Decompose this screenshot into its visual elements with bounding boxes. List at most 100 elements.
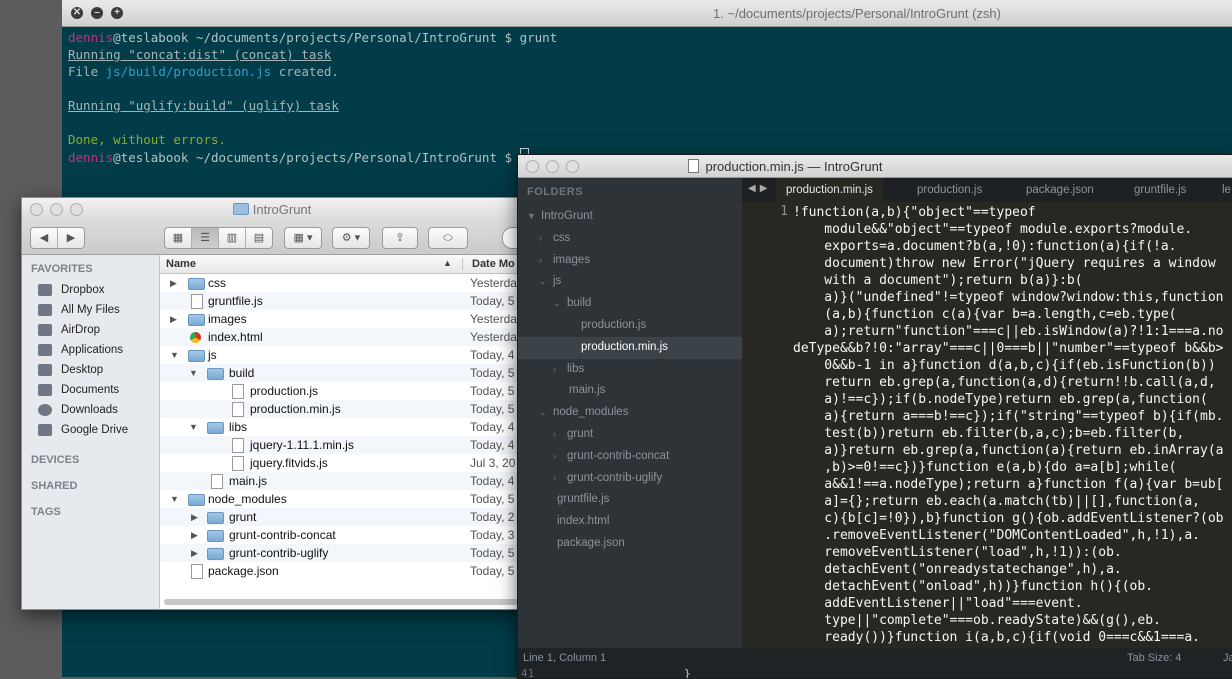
disclosure-right-icon[interactable]: ▶ bbox=[191, 526, 198, 544]
list-item[interactable]: index.html Yesterda bbox=[160, 328, 522, 346]
folder-icon bbox=[207, 548, 224, 560]
line-number-gutter: 1 bbox=[780, 204, 788, 219]
list-item[interactable]: ▼ libs Today, 4 bbox=[160, 418, 522, 436]
list-view-icon[interactable]: ☰ bbox=[192, 228, 219, 248]
sidebar-item-all-my-files[interactable]: All My Files bbox=[22, 300, 159, 320]
tab-nav-icons[interactable]: ◀▶ bbox=[748, 183, 771, 194]
tree-item-css[interactable]: › css bbox=[518, 228, 742, 250]
list-item[interactable]: ▶ grunt-contrib-concat Today, 3 bbox=[160, 526, 522, 544]
list-item[interactable]: jquery.fitvids.js Jul 3, 20 bbox=[160, 454, 522, 472]
disclosure-down-icon[interactable]: ▼ bbox=[189, 364, 198, 382]
coverflow-view-icon[interactable]: ▤ bbox=[246, 228, 272, 248]
list-item[interactable]: ▼ node_modules Today, 5 bbox=[160, 490, 522, 508]
chevron-down-icon[interactable]: ▼ bbox=[527, 206, 541, 228]
tree-item-js[interactable]: ⌄ js bbox=[518, 271, 742, 293]
list-item[interactable]: production.js Today, 5 bbox=[160, 382, 522, 400]
sidebar-item-airdrop[interactable]: AirDrop bbox=[22, 320, 159, 340]
share-button[interactable]: ⇪ bbox=[382, 227, 418, 249]
list-item[interactable]: ▼ build Today, 5 bbox=[160, 364, 522, 382]
chevron-right-icon[interactable]: › bbox=[553, 446, 567, 468]
list-header[interactable]: Name ▲ Date Mo bbox=[160, 255, 522, 274]
date-column-header[interactable]: Date Mo bbox=[462, 258, 515, 270]
list-item[interactable]: production.min.js Today, 5 bbox=[160, 400, 522, 418]
code-editor[interactable]: 1 !function(a,b){"object"==typeof module… bbox=[742, 202, 1232, 648]
list-item[interactable]: package.json Today, 5 bbox=[160, 562, 522, 580]
sidebar-item-applications[interactable]: Applications bbox=[22, 340, 159, 360]
disclosure-right-icon[interactable]: ▶ bbox=[191, 544, 198, 562]
finder-file-list[interactable]: Name ▲ Date Mo ▶ css Yesterda gruntfile.js… bbox=[160, 255, 522, 609]
terminal-titlebar[interactable]: ✕ – + 1. ~/documents/projects/Personal/I… bbox=[62, 0, 1232, 27]
horizontal-scrollbar[interactable] bbox=[164, 599, 518, 605]
list-item[interactable]: ▶ grunt-contrib-uglify Today, 5 bbox=[160, 544, 522, 562]
disclosure-down-icon[interactable]: ▼ bbox=[170, 346, 179, 364]
chevron-right-icon[interactable]: › bbox=[539, 250, 553, 272]
tree-item-images[interactable]: › images bbox=[518, 250, 742, 272]
sidebar-item-documents[interactable]: Documents bbox=[22, 380, 159, 400]
arrange-button[interactable]: ▦ ▾ bbox=[284, 227, 322, 249]
tab-gruntfile-js[interactable]: gruntfile.js bbox=[1134, 178, 1186, 202]
disclosure-down-icon[interactable]: ▼ bbox=[170, 490, 179, 508]
finder-titlebar[interactable]: IntroGrunt bbox=[22, 198, 522, 220]
sidebar-item-dropbox[interactable]: Dropbox bbox=[22, 280, 159, 300]
list-item[interactable]: main.js Today, 4 bbox=[160, 472, 522, 490]
disclosure-right-icon[interactable]: ▶ bbox=[191, 508, 198, 526]
list-item[interactable]: ▶ grunt Today, 2 bbox=[160, 508, 522, 526]
sidebar-item-google-drive[interactable]: Google Drive bbox=[22, 420, 159, 440]
syntax-setting[interactable]: Ja bbox=[1223, 652, 1232, 664]
tree-item-production-js[interactable]: production.js bbox=[518, 315, 742, 337]
name-column-header[interactable]: Name bbox=[166, 258, 196, 270]
tab-bar: ◀▶ production.min.js production.js packa… bbox=[742, 178, 1232, 202]
disclosure-right-icon[interactable]: ▶ bbox=[170, 310, 177, 328]
tags-button[interactable]: ⬭ bbox=[428, 227, 468, 249]
forward-icon[interactable]: ▶ bbox=[58, 228, 84, 248]
chevron-right-icon[interactable]: › bbox=[553, 468, 567, 490]
action-button[interactable]: ⚙ ▾ bbox=[332, 227, 370, 249]
chevron-down-icon[interactable]: ⌄ bbox=[539, 271, 553, 293]
icon-view-icon[interactable]: ▦ bbox=[165, 228, 192, 248]
file-icon bbox=[211, 474, 223, 489]
folder-icon bbox=[188, 314, 205, 326]
back-forward-control[interactable]: ◀ ▶ bbox=[30, 227, 85, 249]
tree-item-build[interactable]: ⌄ build bbox=[518, 293, 742, 315]
tree-item-index-html[interactable]: index.html bbox=[518, 511, 742, 533]
tree-item-grunt-contrib-uglify[interactable]: › grunt-contrib-uglify bbox=[518, 468, 742, 490]
view-mode-control[interactable]: ▦ ☰ ▥ ▤ bbox=[164, 227, 273, 249]
document-icon bbox=[688, 159, 700, 173]
tree-item-grunt-contrib-concat[interactable]: › grunt-contrib-concat bbox=[518, 446, 742, 468]
sublime-titlebar[interactable]: production.min.js — IntroGrunt bbox=[518, 155, 1232, 178]
sublime-window[interactable]: production.min.js — IntroGrunt FOLDERS ▼… bbox=[517, 154, 1232, 679]
list-item[interactable]: jquery-1.11.1.min.js Today, 4 bbox=[160, 436, 522, 454]
chevron-right-icon[interactable]: › bbox=[553, 424, 567, 446]
list-item[interactable]: gruntfile.js Today, 5 bbox=[160, 292, 522, 310]
chevron-right-icon[interactable]: › bbox=[553, 359, 567, 381]
column-view-icon[interactable]: ▥ bbox=[219, 228, 246, 248]
tab-package-json[interactable]: package.json bbox=[1026, 178, 1094, 202]
tab-overflow[interactable]: le bbox=[1222, 178, 1231, 202]
disclosure-down-icon[interactable]: ▼ bbox=[189, 418, 198, 436]
tree-item-main-js[interactable]: main.js bbox=[518, 380, 742, 402]
tree-item-introgrunt[interactable]: ▼ IntroGrunt bbox=[518, 206, 742, 228]
tree-item-production-min-js[interactable]: production.min.js bbox=[518, 336, 742, 359]
tree-item-gruntfile-js[interactable]: gruntfile.js bbox=[518, 489, 742, 511]
tree-item-package-json[interactable]: package.json bbox=[518, 533, 742, 555]
tab-production-js[interactable]: production.js bbox=[917, 178, 982, 202]
tree-item-node-modules[interactable]: ⌄ node_modules bbox=[518, 402, 742, 424]
terminal-output[interactable]: dennis@teslabook ~/documents/projects/Pe… bbox=[62, 27, 1232, 168]
list-item[interactable]: ▼ js Today, 4 bbox=[160, 346, 522, 364]
disclosure-right-icon[interactable]: ▶ bbox=[170, 274, 177, 292]
finder-window[interactable]: IntroGrunt ◀ ▶ ▦ ☰ ▥ ▤ ▦ ▾ ⚙ ▾ ⇪ ⬭ FAVORITES… bbox=[21, 197, 523, 610]
list-item[interactable]: ▶ css Yesterda bbox=[160, 274, 522, 292]
tree-item-grunt[interactable]: › grunt bbox=[518, 424, 742, 446]
tab-size-setting[interactable]: Tab Size: 4 bbox=[1127, 652, 1181, 664]
chevron-down-icon[interactable]: ⌄ bbox=[553, 293, 567, 315]
back-icon[interactable]: ◀ bbox=[31, 228, 58, 248]
chevron-right-icon[interactable]: › bbox=[539, 228, 553, 250]
finder-sidebar: FAVORITES Dropbox All My Files AirDrop A… bbox=[22, 255, 160, 609]
tab-production-min-js[interactable]: production.min.js bbox=[776, 178, 883, 202]
tree-item-libs[interactable]: › libs bbox=[518, 359, 742, 381]
code-content[interactable]: !function(a,b){"object"==typeof module&&… bbox=[793, 204, 1232, 646]
sidebar-item-desktop[interactable]: Desktop bbox=[22, 360, 159, 380]
list-item[interactable]: ▶ images Yesterda bbox=[160, 310, 522, 328]
chevron-down-icon[interactable]: ⌄ bbox=[539, 402, 553, 424]
sidebar-item-downloads[interactable]: Downloads bbox=[22, 400, 159, 420]
